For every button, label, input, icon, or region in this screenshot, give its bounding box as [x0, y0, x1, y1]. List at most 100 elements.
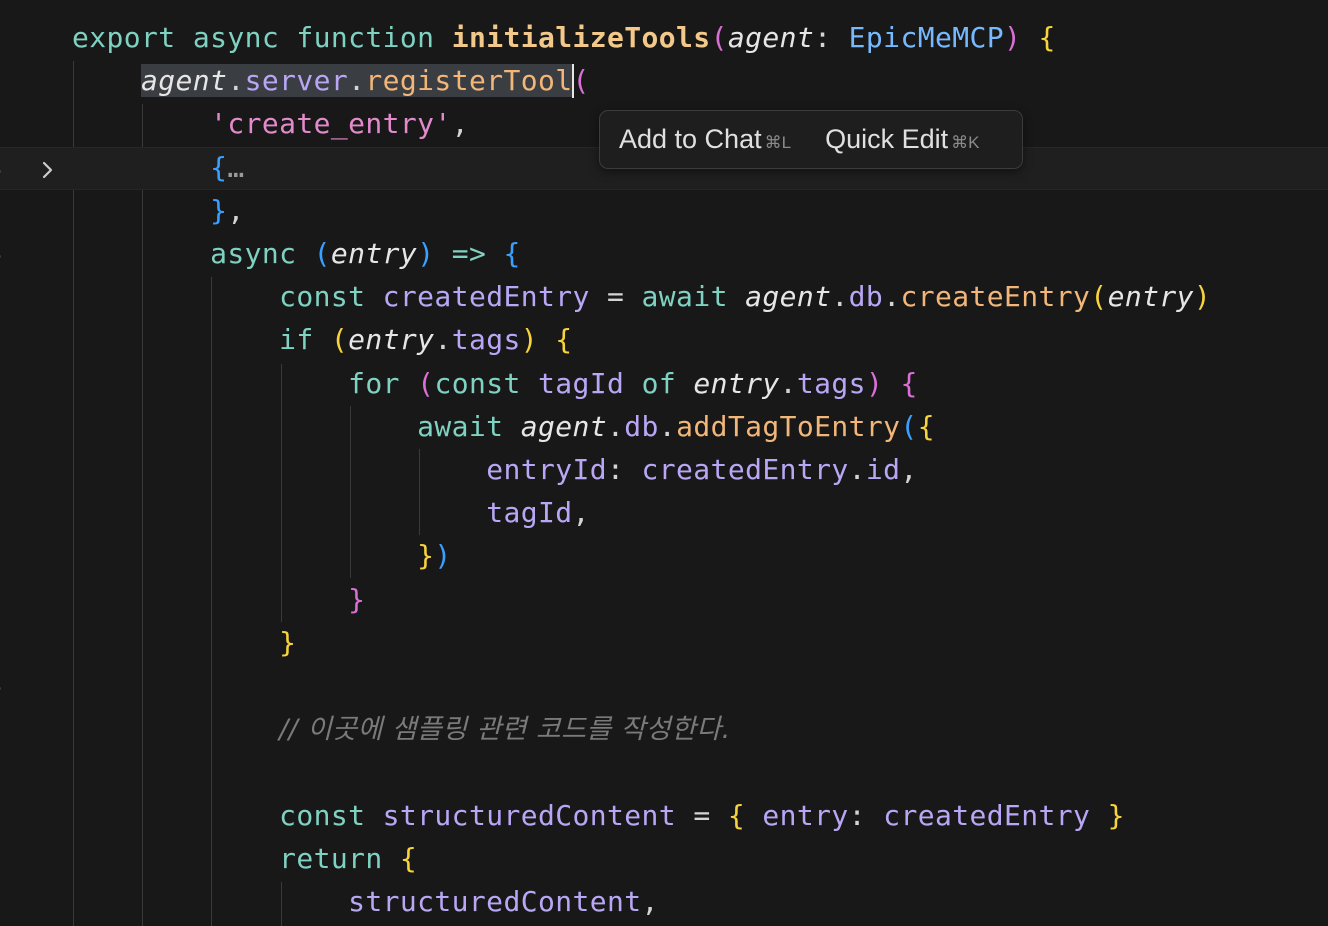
type-name: EpicMeMCP [848, 21, 1004, 54]
line-number: 4 [0, 154, 10, 184]
keyword: of [641, 367, 677, 400]
keyword: if [279, 323, 314, 356]
code-text: return { [72, 842, 417, 876]
code-text: const createdEntry = await agent.db.crea… [72, 280, 1211, 314]
code-line[interactable]: 3 }, [0, 190, 1328, 233]
line-number: 3 [0, 628, 10, 658]
variable: tagId [538, 367, 625, 400]
code-text: export async function initializeTools(ag… [72, 21, 1056, 55]
code-line[interactable]: 4 async (entry) => { [0, 233, 1328, 276]
code-line[interactable]: 1 }) [0, 535, 1328, 578]
code-line[interactable]: 9 structuredContent, [0, 881, 1328, 924]
line-number: 4 [0, 239, 10, 269]
punctuation: , [451, 107, 469, 140]
quick-edit-shortcut: ⌘K [951, 133, 980, 152]
keyword: async [192, 21, 280, 54]
line-number: 8 [0, 844, 10, 874]
operator: => [451, 237, 487, 270]
bracket: { [399, 842, 418, 875]
quick-edit-button[interactable]: Quick Edit ⌘K [825, 124, 979, 155]
keyword: function [296, 21, 435, 54]
bracket: ) [1193, 280, 1212, 313]
code-editor[interactable]: 1 export async function initializeTools(… [0, 0, 1328, 926]
code-line[interactable]: 1 export async function initializeTools(… [0, 17, 1328, 60]
bracket: ( [330, 323, 349, 356]
code-line[interactable]: 5 const createdEntry = await agent.db.cr… [0, 276, 1328, 319]
code-line-empty[interactable]: 4 [0, 665, 1328, 708]
punctuation: . [848, 453, 866, 486]
line-number: 6 [0, 757, 10, 787]
code-line[interactable]: 2 } [0, 579, 1328, 622]
add-to-chat-label: Add to Chat [619, 124, 762, 154]
variable: createdEntry [382, 280, 590, 313]
code-line[interactable]: 7 for (const tagId of entry.tags) { [0, 363, 1328, 406]
bracket: { [900, 367, 918, 400]
code-line[interactable]: 3 } [0, 622, 1328, 665]
quick-edit-label: Quick Edit [825, 124, 949, 154]
keyword: await [641, 280, 728, 313]
keyword: return [279, 842, 383, 875]
chevron-right-icon[interactable] [36, 156, 60, 180]
code-text: {… [72, 151, 245, 185]
line-number: 7 [0, 369, 10, 399]
line-number: 1 [0, 541, 10, 571]
code-line[interactable]: 8 await agent.db.addTagToEntry({ [0, 406, 1328, 449]
bracket: ( [900, 410, 918, 443]
add-to-chat-button[interactable]: Add to Chat ⌘L [619, 124, 791, 155]
punctuation: . [658, 410, 677, 443]
punctuation: , [227, 194, 245, 227]
line-number: 8 [0, 412, 10, 442]
operator: = [693, 799, 711, 832]
punctuation: . [434, 323, 452, 356]
bracket: ( [572, 64, 590, 97]
code-line[interactable]: 9 entryId: createdEntry.id, [0, 449, 1328, 492]
bracket: } [210, 194, 228, 227]
keyword: const [279, 799, 366, 832]
punctuation: : [607, 453, 625, 486]
code-text: } [72, 626, 296, 660]
code-text: await agent.db.addTagToEntry({ [72, 410, 935, 444]
code-line[interactable]: 0 tagId, [0, 492, 1328, 535]
code-line[interactable]: 8 return { [0, 838, 1328, 881]
argument: entry [1107, 280, 1194, 313]
bracket: ( [710, 21, 728, 54]
parameter: entry [330, 237, 418, 270]
code-text: for (const tagId of entry.tags) { [72, 367, 918, 401]
property: tags [796, 367, 866, 400]
code-text: entryId: createdEntry.id, [72, 453, 918, 487]
code-text: } [72, 583, 365, 617]
parameter: agent [727, 21, 815, 54]
bracket: ) [1004, 21, 1022, 54]
bracket: { [503, 237, 521, 270]
code-text: const structuredContent = { entry: creat… [72, 799, 1125, 833]
method: createEntry [900, 280, 1091, 313]
punctuation: . [348, 64, 366, 97]
code-line-current[interactable]: 2 agent.server.registerTool( [0, 60, 1328, 103]
object: entry [693, 367, 780, 400]
property: id [865, 453, 901, 486]
code-line[interactable]: 5 // 이곳에 샘플링 관련 코드를 작성한다. [0, 708, 1328, 751]
keyword: export [72, 21, 176, 54]
string-literal: 'create_entry' [210, 107, 452, 140]
variable: structuredContent [382, 799, 677, 832]
code-line-empty[interactable]: 6 [0, 751, 1328, 794]
code-text: tagId, [72, 496, 590, 530]
property-key: entry [762, 799, 849, 832]
code-text: // 이곳에 샘플링 관련 코드를 작성한다. [72, 712, 731, 747]
code-line[interactable]: 6 if (entry.tags) { [0, 319, 1328, 362]
bracket: { [555, 323, 573, 356]
line-number: 6 [0, 325, 10, 355]
punctuation: : [814, 21, 832, 54]
object: entry [348, 323, 435, 356]
function-name: initializeTools [451, 21, 711, 54]
property-key: entryId [486, 453, 607, 486]
line-number: 3 [0, 109, 10, 139]
line-number: 2 [0, 66, 10, 96]
bracket: ) [865, 367, 884, 400]
bracket: ( [1090, 280, 1108, 313]
line-number: 9 [0, 455, 10, 485]
property: tags [451, 323, 521, 356]
bracket: { [727, 799, 746, 832]
folded-ellipsis[interactable]: … [227, 151, 244, 184]
code-line[interactable]: 7 const structuredContent = { entry: cre… [0, 795, 1328, 838]
